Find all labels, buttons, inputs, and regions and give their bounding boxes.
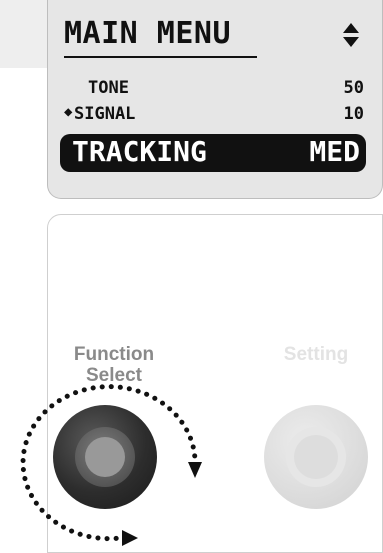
- up-down-triangle-icon: [343, 23, 359, 47]
- menu-item-value: MED: [309, 135, 360, 168]
- menu-title-underline: [64, 56, 257, 58]
- menu-item-label: TRACKING: [72, 135, 207, 168]
- rotation-arrow-icon: [20, 384, 202, 546]
- menu-item-value: 10: [343, 104, 364, 124]
- menu-item-signal[interactable]: ◆ SIGNAL 10: [64, 104, 364, 128]
- setting-label: Setting: [283, 344, 349, 365]
- menu-item-tracking-selected[interactable]: TRACKING MED: [60, 134, 366, 172]
- menu-item-tone[interactable]: TONE 50: [64, 78, 364, 102]
- knob-center: [294, 435, 338, 479]
- setting-knob[interactable]: [264, 405, 368, 509]
- diamond-marker-icon: ◆: [64, 104, 73, 120]
- menu-item-label: TONE: [88, 78, 129, 98]
- lcd-display: MAIN MENU TONE 50 ◆ SIGNAL 10 TRACKING M…: [47, 0, 383, 199]
- menu-item-label: SIGNAL: [74, 104, 136, 124]
- menu-item-value: 50: [343, 78, 364, 98]
- menu-title: MAIN MENU: [64, 16, 232, 51]
